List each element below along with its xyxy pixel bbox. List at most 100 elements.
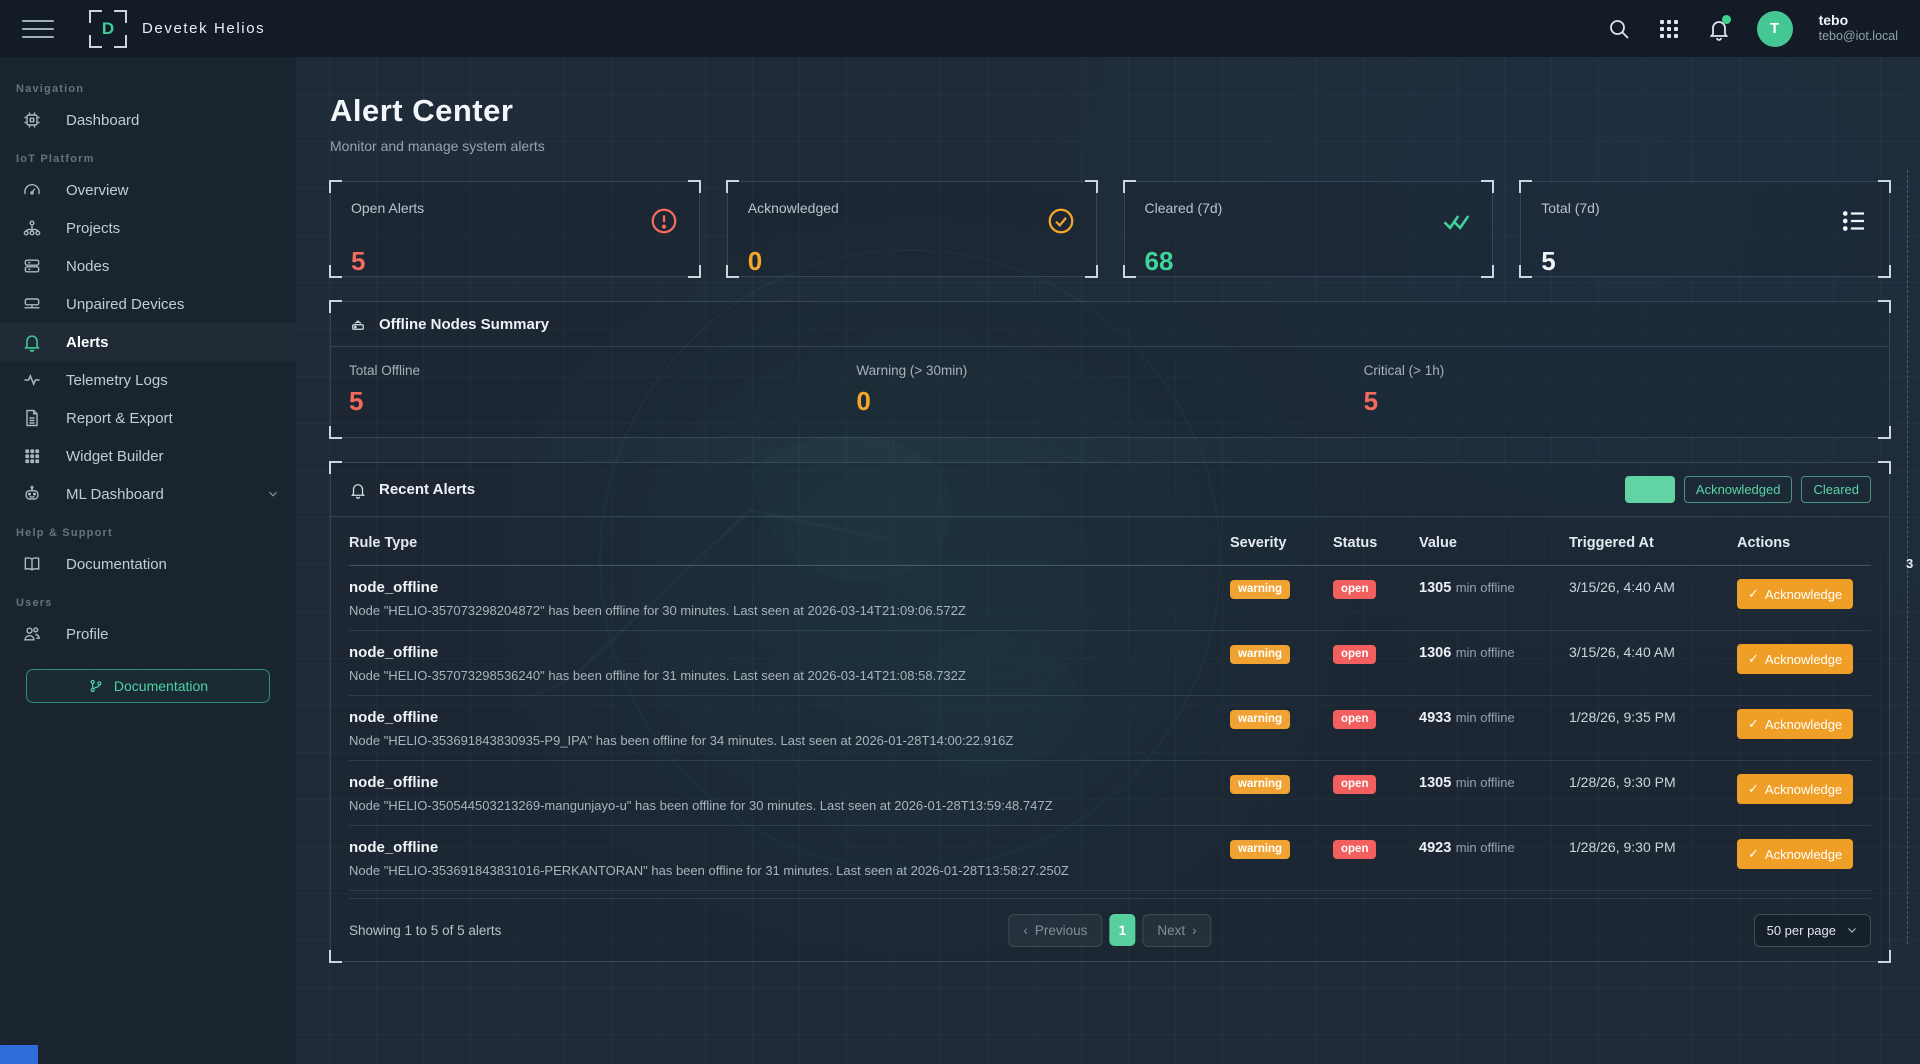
triggered-at: 3/15/26, 4:40 AM — [1569, 644, 1729, 660]
pagination: ‹ Previous 1 Next › — [1008, 914, 1211, 947]
rule-description: Node "HELIO-357073298204872" has been of… — [349, 603, 1222, 618]
table-row: node_offline Node "HELIO-353691843830935… — [349, 696, 1871, 761]
sidebar-item-overview[interactable]: Overview — [0, 171, 296, 209]
bottom-left-blue-fragment — [0, 1045, 38, 1064]
severity-badge: warning — [1230, 710, 1290, 729]
sidebar-item-label: Projects — [66, 220, 120, 237]
search-icon[interactable] — [1607, 17, 1631, 41]
stat-card-acknowledged[interactable]: Acknowledged 0 — [727, 181, 1097, 277]
offline-stat-critical: Critical (> 1h) 5 — [1364, 363, 1871, 417]
acknowledge-button[interactable]: ✓Acknowledge — [1737, 839, 1853, 869]
logo-letter: D — [102, 19, 114, 39]
offline-stat-value: 0 — [856, 386, 1363, 417]
sidebar-item-label: Dashboard — [66, 112, 139, 129]
previous-page-button[interactable]: ‹ Previous — [1008, 914, 1102, 947]
triggered-at: 3/15/26, 4:40 AM — [1569, 579, 1729, 595]
sidebar-item-label: Documentation — [66, 556, 167, 573]
menu-icon[interactable] — [22, 20, 54, 38]
sidebar-item-telemetry-logs[interactable]: Telemetry Logs — [0, 361, 296, 399]
sidebar-item-widget-builder[interactable]: Widget Builder — [0, 437, 296, 475]
offline-summary-title: Offline Nodes Summary — [379, 316, 549, 333]
rule-cell: node_offline Node "HELIO-350544503213269… — [349, 774, 1222, 813]
acknowledge-label: Acknowledge — [1765, 717, 1842, 732]
server-icon — [22, 256, 42, 276]
filter-acknowledged-button[interactable]: Acknowledged — [1684, 476, 1793, 503]
triggered-at: 1/28/26, 9:30 PM — [1569, 839, 1729, 855]
documentation-button-label: Documentation — [114, 678, 208, 694]
check-icon: ✓ — [1748, 651, 1759, 667]
acknowledge-button[interactable]: ✓Acknowledge — [1737, 709, 1853, 739]
apps-grid-icon[interactable] — [1657, 17, 1681, 41]
sidebar-section-help-support: Help & Support — [0, 513, 296, 545]
offline-stat-warning: Warning (> 30min) 0 — [856, 363, 1363, 417]
stat-card-label: Cleared (7d) — [1145, 200, 1223, 216]
avatar[interactable]: T — [1757, 11, 1793, 47]
sidebar-item-label: Unpaired Devices — [66, 296, 184, 313]
showing-text: Showing 1 to 5 of 5 alerts — [349, 923, 501, 938]
list-icon — [1839, 206, 1869, 236]
offline-stat-value: 5 — [349, 386, 856, 417]
triggered-at: 1/28/26, 9:35 PM — [1569, 709, 1729, 725]
next-page-button[interactable]: Next › — [1142, 914, 1211, 947]
alert-value: 1305 — [1419, 775, 1451, 791]
sidebar-item-documentation[interactable]: Documentation — [0, 545, 296, 583]
check-icon: ✓ — [1748, 586, 1759, 602]
bell-icon — [349, 481, 367, 499]
sidebar-item-projects[interactable]: Projects — [0, 209, 296, 247]
alert-value-unit: min offline — [1456, 580, 1515, 595]
stat-card-open-alerts[interactable]: Open Alerts 5 — [330, 181, 700, 277]
sidebar-item-unpaired-devices[interactable]: Unpaired Devices — [0, 285, 296, 323]
rule-description: Node "HELIO-353691843830935-P9_IPA" has … — [349, 733, 1222, 748]
stat-card-total[interactable]: Total (7d) 5 — [1520, 181, 1890, 277]
app-logo[interactable]: D — [90, 11, 126, 47]
book-icon — [22, 554, 42, 574]
offline-stat-label: Total Offline — [349, 363, 856, 378]
bell-icon[interactable] — [1707, 17, 1731, 41]
sidebar-item-dashboard[interactable]: Dashboard — [0, 101, 296, 139]
stat-card-value: 5 — [351, 246, 679, 277]
user-meta[interactable]: tebo tebo@iot.local — [1819, 12, 1898, 45]
rule-description: Node "HELIO-357073298536240" has been of… — [349, 668, 1222, 683]
offline-summary-stats: Total Offline 5 Warning (> 30min) 0 Crit… — [331, 347, 1889, 437]
recent-alerts-title: Recent Alerts — [379, 481, 475, 498]
col-status: Status — [1333, 535, 1411, 551]
acknowledge-button[interactable]: ✓Acknowledge — [1737, 774, 1853, 804]
stat-card-cleared[interactable]: Cleared (7d) 68 — [1124, 181, 1494, 277]
sidebar-section-users: Users — [0, 583, 296, 615]
grid-icon — [22, 446, 42, 466]
acknowledge-button[interactable]: ✓Acknowledge — [1737, 644, 1853, 674]
chip-icon — [22, 110, 42, 130]
chevron-right-icon: › — [1192, 923, 1197, 938]
table-row: node_offline Node "HELIO-357073298536240… — [349, 631, 1871, 696]
page-subtitle: Monitor and manage system alerts — [330, 138, 1890, 154]
alert-value: 1306 — [1419, 645, 1451, 661]
check-circle-icon — [1046, 206, 1076, 236]
acknowledge-label: Acknowledge — [1765, 782, 1842, 797]
sidebar-item-ml-dashboard[interactable]: ML Dashboard — [0, 475, 296, 513]
documentation-button[interactable]: Documentation — [26, 669, 270, 703]
gauge-icon — [22, 180, 42, 200]
filter-open-button[interactable] — [1625, 476, 1675, 503]
page-title: Alert Center — [330, 93, 1890, 129]
offline-stat-label: Critical (> 1h) — [1364, 363, 1871, 378]
per-page-value: 50 per page — [1767, 923, 1836, 938]
acknowledge-button[interactable]: ✓Acknowledge — [1737, 579, 1853, 609]
users-icon — [22, 624, 42, 644]
sidebar-item-profile[interactable]: Profile — [0, 615, 296, 653]
sidebar-item-alerts[interactable]: Alerts — [0, 323, 296, 361]
per-page-select[interactable]: 50 per page — [1754, 914, 1871, 947]
page-1-button[interactable]: 1 — [1109, 914, 1135, 946]
sidebar-item-label: Widget Builder — [66, 448, 164, 465]
col-rule-type: Rule Type — [349, 535, 1222, 551]
sidebar-item-label: Report & Export — [66, 410, 173, 427]
sidebar-item-nodes[interactable]: Nodes — [0, 247, 296, 285]
filter-cleared-button[interactable]: Cleared — [1801, 476, 1871, 503]
sidebar-item-report-export[interactable]: Report & Export — [0, 399, 296, 437]
status-badge: open — [1333, 580, 1376, 599]
check-icon: ✓ — [1748, 846, 1759, 862]
sidebar-item-label: Nodes — [66, 258, 109, 275]
sidebar-section-iot-platform: IoT Platform — [0, 139, 296, 171]
alert-filters: Acknowledged Cleared — [1625, 476, 1871, 503]
next-label: Next — [1157, 923, 1185, 938]
chevron-down-icon — [1846, 924, 1858, 936]
